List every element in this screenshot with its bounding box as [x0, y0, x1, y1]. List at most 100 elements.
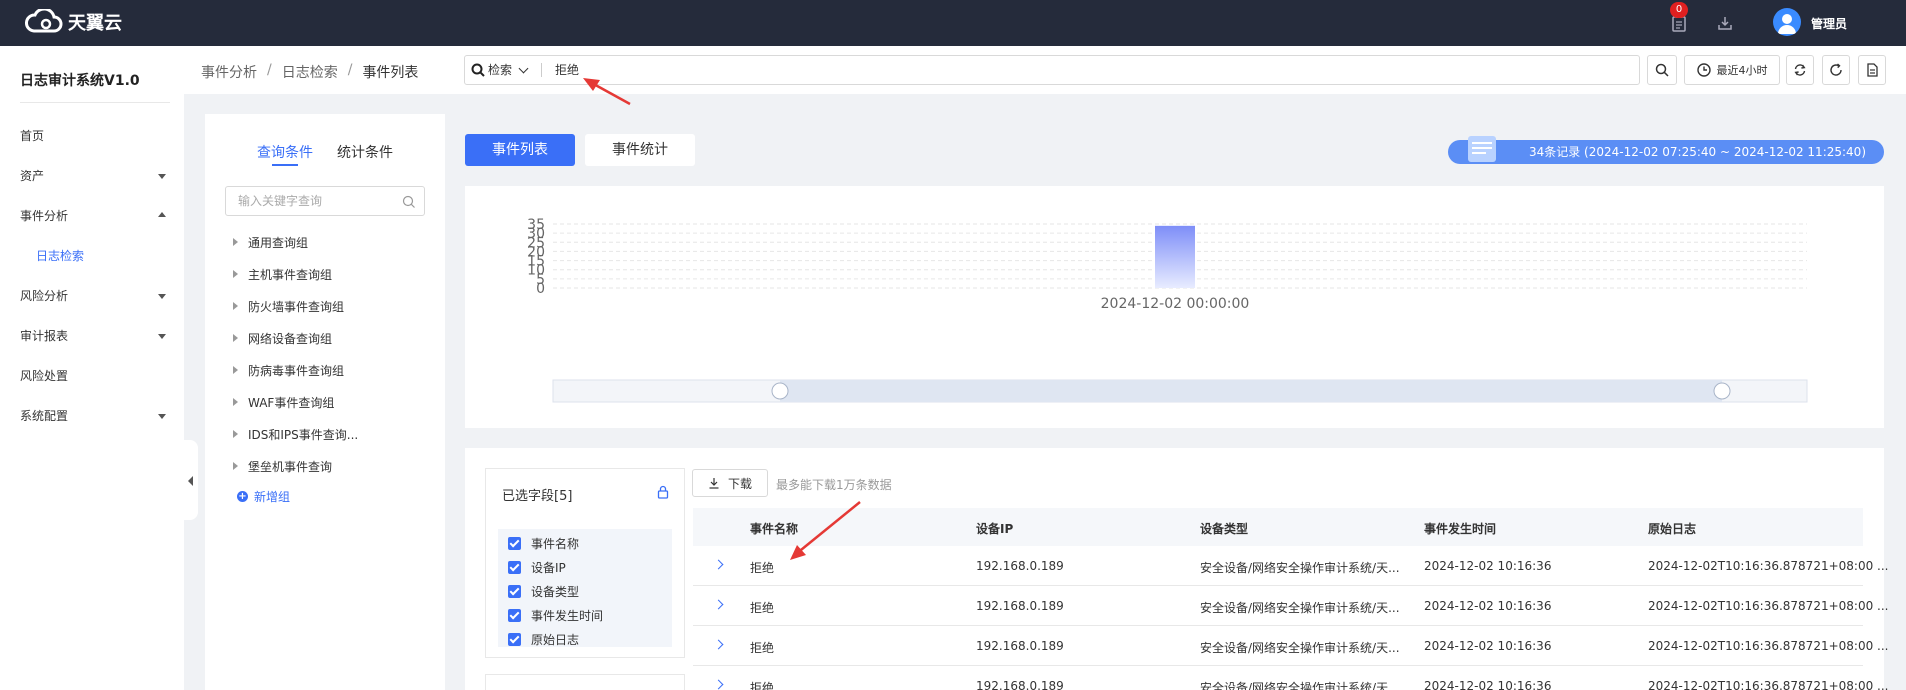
- checkbox-checked[interactable]: [508, 584, 521, 598]
- sync-button[interactable]: [1786, 55, 1814, 85]
- collapse-left-icon: [188, 476, 193, 486]
- field-checkbox-row[interactable]: 事件名称: [508, 535, 579, 551]
- user-icon: [1778, 14, 1796, 34]
- search-type-select[interactable]: 检索: [471, 56, 529, 84]
- column-header[interactable]: 原始日志: [1648, 520, 1696, 537]
- tab-query-conditions[interactable]: 查询条件: [257, 142, 313, 162]
- add-group-label: 新增组: [254, 490, 291, 504]
- chevron-right-icon[interactable]: [713, 639, 724, 650]
- query-group-item[interactable]: 防火墙事件查询组: [233, 296, 344, 316]
- caret-right-icon: [233, 334, 238, 342]
- table-cell: 拒绝: [750, 601, 775, 615]
- chevron-right-icon[interactable]: [713, 679, 724, 690]
- sidebar-item-log-search[interactable]: 日志检索: [0, 236, 184, 276]
- chevron-right-icon[interactable]: [713, 559, 724, 570]
- sidebar: 日志审计系统V1.0 首页 资产 事件分析 日志检索 风险分析 审计报表 风险处…: [0, 46, 184, 690]
- checkbox-checked[interactable]: [508, 608, 521, 622]
- field-checkbox-row[interactable]: 设备类型: [508, 583, 579, 599]
- query-group-label: IDS和IPS事件查询...: [248, 427, 359, 442]
- query-group-item[interactable]: 网络设备查询组: [233, 328, 332, 348]
- query-group-item[interactable]: WAF事件查询组: [233, 392, 334, 412]
- table-cell: 拒绝: [750, 681, 775, 690]
- plus-circle-icon: +: [237, 491, 248, 502]
- column-header[interactable]: 设备IP: [976, 520, 1013, 537]
- notification-badge: 0: [1670, 2, 1688, 18]
- tab-event-stats[interactable]: 事件统计: [585, 134, 695, 166]
- chevron-right-icon[interactable]: [713, 599, 724, 610]
- query-panel: 查询条件 统计条件 通用查询组 主机事件查询组 防火墙事件查询组 网络设备查询组…: [205, 114, 445, 690]
- field-checkbox-row[interactable]: 原始日志: [508, 631, 579, 647]
- table-cell: 安全设备/网络安全操作审计系统/天...: [1200, 561, 1400, 575]
- field-checkbox-row[interactable]: 设备IP: [508, 559, 566, 575]
- refresh-button[interactable]: [1822, 55, 1850, 85]
- record-summary: 34条记录 (2024-12-02 07:25:40 ~ 2024-12-02 …: [1448, 140, 1884, 164]
- tab-stat-conditions[interactable]: 统计条件: [337, 142, 393, 162]
- query-group-item[interactable]: 主机事件查询组: [233, 264, 332, 284]
- keyword-search: [225, 186, 425, 216]
- keyword-search-input[interactable]: [226, 187, 396, 215]
- brand-logo[interactable]: 天翼云: [24, 8, 122, 36]
- tab-event-list[interactable]: 事件列表: [465, 134, 575, 166]
- avatar[interactable]: [1773, 8, 1801, 36]
- table-cell: 拒绝: [750, 561, 775, 575]
- query-group-label: 主机事件查询组: [248, 267, 333, 282]
- time-range-button[interactable]: 最近4小时: [1684, 55, 1780, 85]
- search-icon[interactable]: [402, 195, 416, 209]
- query-group-label: 网络设备查询组: [248, 331, 333, 346]
- chart-zoom-handle-left[interactable]: [771, 382, 789, 400]
- chart-zoom-window[interactable]: [780, 380, 1722, 402]
- caret-right-icon: [233, 238, 238, 246]
- checkbox-checked[interactable]: [508, 560, 521, 574]
- field-label: 事件名称: [531, 536, 580, 551]
- lock-icon[interactable]: [656, 485, 670, 499]
- search-type-label: 检索: [488, 63, 513, 77]
- download-button[interactable]: 下载: [692, 469, 768, 497]
- sidebar-item-assets[interactable]: 资产: [0, 156, 184, 196]
- sidebar-item-home[interactable]: 首页: [0, 116, 184, 156]
- table-cell: 2024-12-02 10:16:36: [1424, 679, 1552, 690]
- caret-down-icon: [158, 334, 166, 339]
- table-row[interactable]: 拒绝 192.168.0.189 安全设备/网络安全操作审计系统/天... 20…: [693, 586, 1888, 626]
- sidebar-divider: [20, 102, 170, 103]
- table-row[interactable]: 拒绝 192.168.0.189 安全设备/网络安全操作审计系统/天... 20…: [693, 546, 1888, 586]
- x-tick-label: 2024-12-02 00:00:00: [1101, 296, 1250, 312]
- chart-bar[interactable]: [1155, 225, 1195, 288]
- clock-icon: [1696, 63, 1711, 77]
- checkbox-checked[interactable]: [508, 536, 521, 550]
- sidebar-item-event-analysis[interactable]: 事件分析: [0, 196, 184, 236]
- user-name[interactable]: 管理员: [1811, 15, 1847, 32]
- table-cell: 192.168.0.189: [976, 559, 1064, 573]
- field-checkbox-row[interactable]: 事件发生时间: [508, 607, 603, 623]
- search-input[interactable]: 拒绝: [555, 56, 579, 84]
- breadcrumb-item[interactable]: 日志检索: [282, 62, 338, 82]
- add-group-button[interactable]: + 新增组: [237, 488, 290, 505]
- sidebar-collapse-handle[interactable]: [184, 440, 198, 520]
- checkbox-checked[interactable]: [508, 632, 521, 646]
- chevron-down-icon: [518, 63, 529, 73]
- caret-down-icon: [158, 174, 166, 179]
- sidebar-item-audit-reports[interactable]: 审计报表: [0, 316, 184, 356]
- query-group-item[interactable]: 堡垒机事件查询: [233, 456, 332, 476]
- chart-zoom-handle-right[interactable]: [1713, 382, 1731, 400]
- column-header[interactable]: 事件名称: [750, 520, 798, 537]
- table-row[interactable]: 拒绝 192.168.0.189 安全设备/网络安全操作审计系统/天... 20…: [693, 666, 1888, 690]
- download-tray-icon[interactable]: [1716, 14, 1734, 32]
- column-header[interactable]: 设备类型: [1200, 520, 1248, 537]
- breadcrumb-item[interactable]: 事件分析: [201, 62, 257, 82]
- y-tick-label: 35: [527, 217, 545, 233]
- cloud-logo-icon: [25, 9, 63, 33]
- query-group-item[interactable]: 通用查询组: [233, 232, 308, 252]
- sidebar-item-risk-handling[interactable]: 风险处置: [0, 356, 184, 396]
- field-label: 事件发生时间: [531, 608, 604, 623]
- sidebar-item-system-config[interactable]: 系统配置: [0, 396, 184, 436]
- query-group-item[interactable]: IDS和IPS事件查询...: [233, 424, 358, 444]
- table-cell: 192.168.0.189: [976, 679, 1064, 690]
- download-label: 下载: [727, 476, 752, 491]
- table-row[interactable]: 拒绝 192.168.0.189 安全设备/网络安全操作审计系统/天... 20…: [693, 626, 1888, 666]
- query-group-item[interactable]: 防病毒事件查询组: [233, 360, 344, 380]
- search-button[interactable]: [1647, 55, 1677, 85]
- export-button[interactable]: [1858, 55, 1886, 85]
- sidebar-item-risk-analysis[interactable]: 风险分析: [0, 276, 184, 316]
- time-range-label: 最近4小时: [1716, 64, 1768, 77]
- column-header[interactable]: 事件发生时间: [1424, 520, 1496, 537]
